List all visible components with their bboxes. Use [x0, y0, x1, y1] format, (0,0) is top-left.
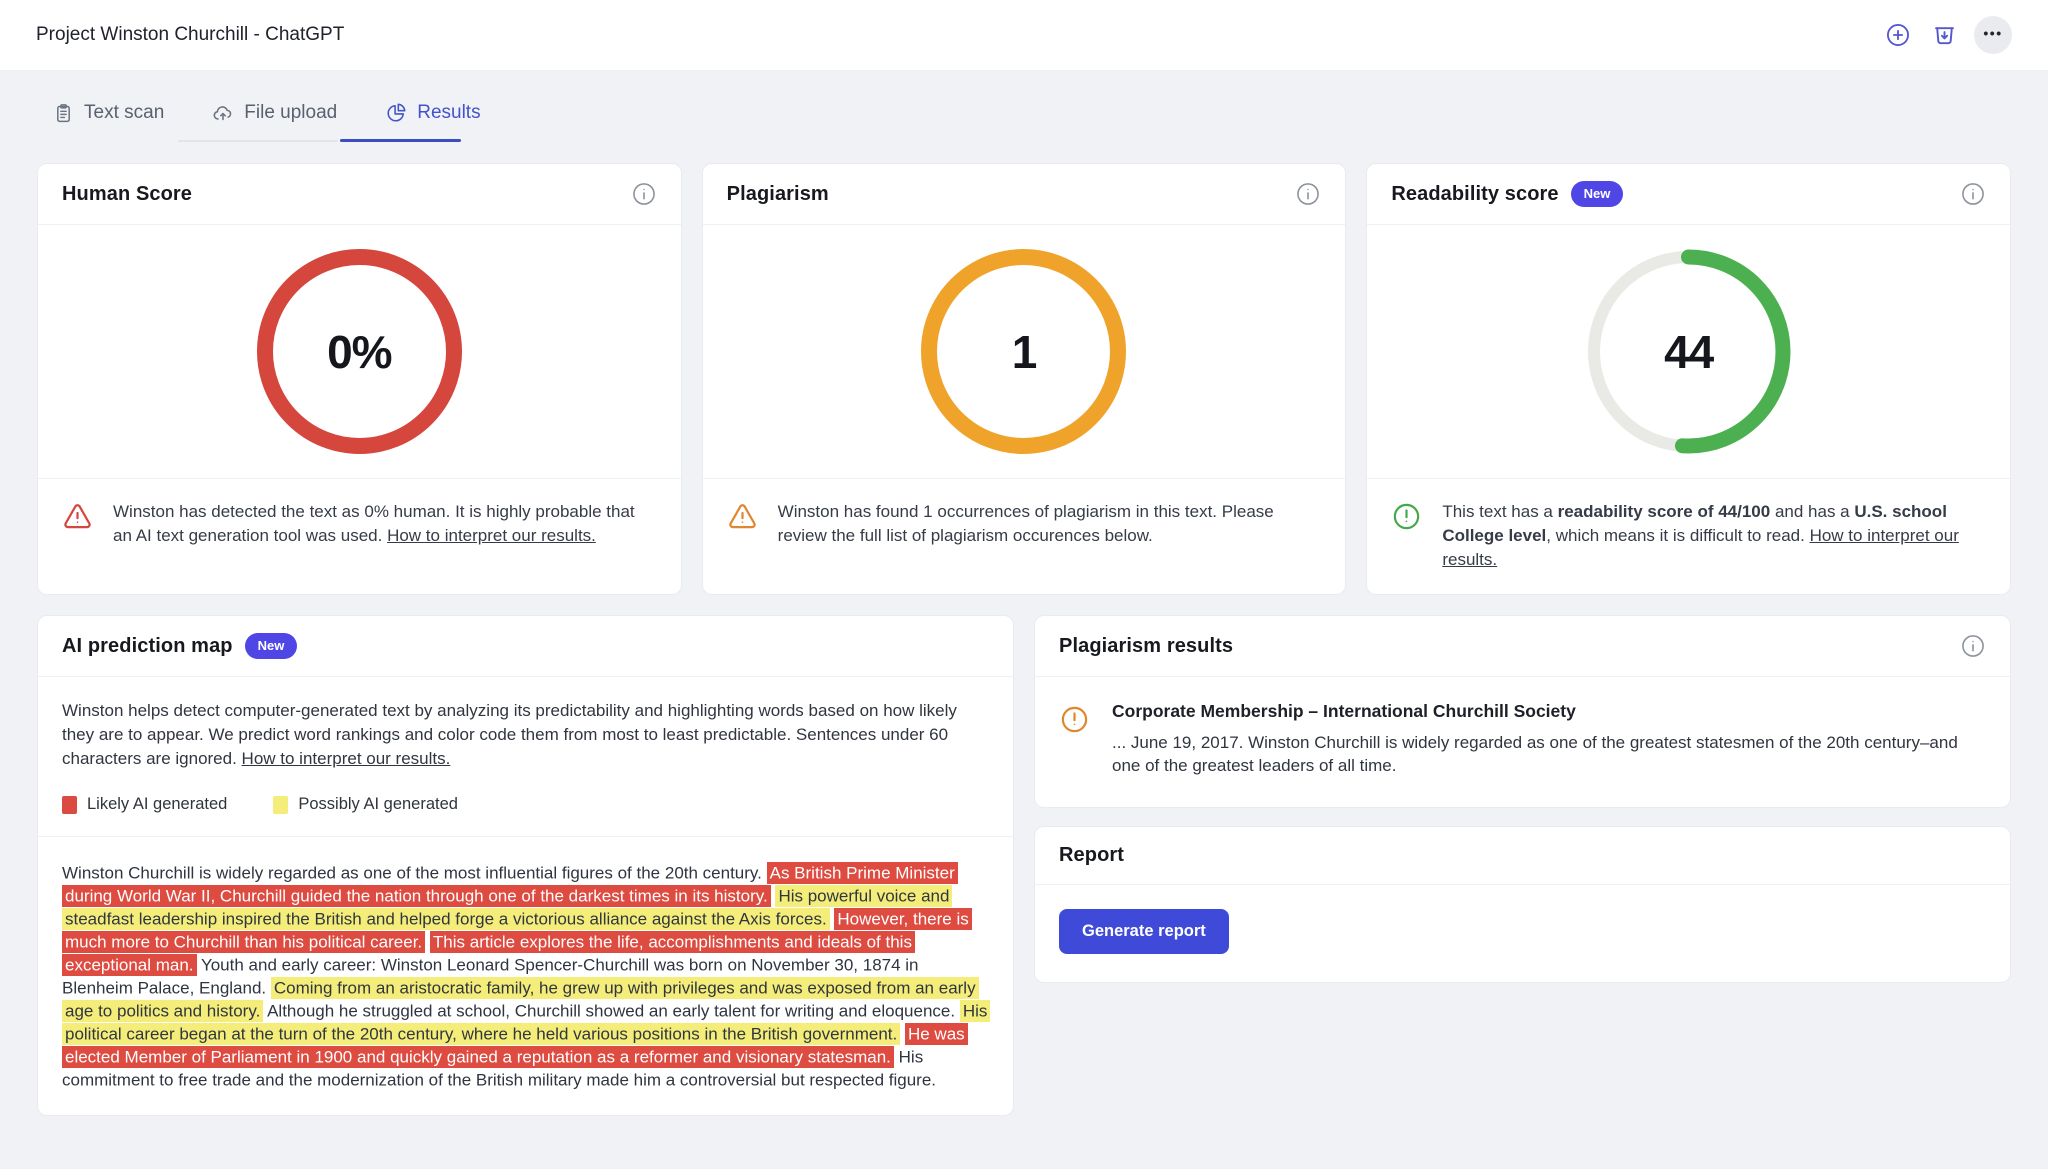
ellipsis-icon: •••	[1983, 24, 2003, 41]
human-score-gauge: 0%	[256, 249, 462, 454]
card-title: Readability score	[1391, 182, 1559, 205]
plagiarism-results-card: Plagiarism results Corporate Membership …	[1034, 615, 2011, 809]
card-title: Report	[1059, 844, 1125, 867]
info-icon[interactable]	[1960, 633, 1986, 659]
prediction-map-text: Winston Churchill is widely regarded as …	[38, 836, 1013, 1115]
warning-triangle-icon	[62, 501, 93, 537]
info-icon[interactable]	[1960, 181, 1986, 207]
plagiarism-gauge: 1	[921, 249, 1127, 454]
prediction-map-description: Winston helps detect computer-generated …	[62, 701, 957, 769]
card-title: Plagiarism results	[1059, 634, 1234, 657]
plagiarism-result-item[interactable]: Corporate Membership – International Chu…	[1035, 677, 2010, 807]
score-cards-row: Human Score 0% Winston has detected the …	[37, 163, 2011, 596]
plagiarism-value: 1	[1011, 325, 1038, 378]
clipboard-icon	[57, 103, 70, 122]
generate-report-button[interactable]: Generate report	[1059, 909, 1229, 955]
pie-chart-icon	[387, 103, 406, 122]
ai-prediction-map-card: AI prediction map New Winston helps dete…	[37, 615, 1014, 1117]
tab-label: Text scan	[84, 102, 165, 123]
add-button[interactable]	[1881, 18, 1915, 52]
tab-text-scan[interactable]: Text scan	[53, 102, 164, 124]
tab-label: File upload	[244, 102, 338, 123]
human-score-value: 0%	[327, 325, 392, 378]
readability-message: This text has a readability score of 44/…	[1442, 502, 1959, 570]
legend-swatch	[62, 795, 77, 814]
archive-down-icon	[1935, 26, 1954, 44]
new-badge: New	[1570, 181, 1624, 208]
card-title: AI prediction map	[62, 634, 233, 657]
legend-swatch	[273, 795, 289, 814]
tab-file-upload[interactable]: File upload	[212, 102, 337, 124]
plagiarism-message: Winston has found 1 occurrences of plagi…	[777, 502, 1274, 545]
report-card: Report Generate report	[1034, 826, 2011, 984]
top-bar: Project Winston Churchill - ChatGPT •••	[0, 0, 2048, 70]
card-title: Human Score	[62, 182, 193, 205]
right-column: Plagiarism results Corporate Membership …	[1034, 615, 2011, 984]
plus-circle-icon	[1887, 24, 1909, 46]
archive-button[interactable]	[1927, 18, 1962, 53]
human-score-card: Human Score 0% Winston has detected the …	[37, 163, 682, 596]
text-segment-plain: Although he struggled at school, Churchi…	[267, 1001, 956, 1021]
active-tab-indicator	[340, 139, 461, 142]
new-badge: New	[244, 633, 298, 660]
main-content: Text scan File upload Results Human Scor…	[0, 70, 2048, 1156]
info-icon[interactable]	[631, 181, 657, 207]
info-circle-green-icon	[1391, 501, 1422, 537]
tab-label: Results	[417, 102, 481, 123]
page-title: Project Winston Churchill - ChatGPT	[36, 24, 345, 45]
text-segment-plain: Winston Churchill is widely regarded as …	[62, 863, 762, 883]
result-snippet: ... June 19, 2017. Winston Churchill is …	[1112, 733, 1958, 776]
prediction-map-legend: Likely AI generated Possibly AI generated	[62, 795, 989, 814]
plagiarism-card: Plagiarism 1 Winston has found 1 occurre…	[701, 163, 1347, 596]
alert-circle-orange-icon	[1059, 704, 1090, 740]
legend-label: Possibly AI generated	[298, 795, 458, 814]
bottom-row: AI prediction map New Winston helps dete…	[37, 615, 2011, 1156]
tab-track	[178, 140, 338, 142]
info-icon[interactable]	[1295, 181, 1321, 207]
legend-label: Likely AI generated	[87, 795, 228, 814]
tab-results[interactable]: Results	[385, 102, 481, 124]
warning-triangle-icon	[727, 501, 758, 537]
card-title: Plagiarism	[726, 182, 829, 205]
result-title: Corporate Membership – International Chu…	[1112, 701, 1576, 722]
how-to-interpret-link[interactable]: How to interpret our results.	[242, 749, 451, 768]
readability-gauge: 44	[1586, 249, 1791, 454]
human-score-message: Winston has detected the text as 0% huma…	[113, 502, 635, 545]
readability-card: Readability score New 44 This text has a…	[1366, 163, 2011, 596]
top-bar-actions: •••	[1881, 16, 2012, 54]
tab-bar: Text scan File upload Results	[37, 70, 2011, 142]
legend-item: Possibly AI generated	[273, 795, 458, 814]
legend-item: Likely AI generated	[62, 795, 227, 814]
more-options-button[interactable]: •••	[1974, 16, 2012, 54]
cloud-upload-icon	[213, 106, 232, 121]
readability-value: 44	[1664, 325, 1714, 378]
how-to-interpret-link[interactable]: How to interpret our results.	[387, 526, 596, 545]
